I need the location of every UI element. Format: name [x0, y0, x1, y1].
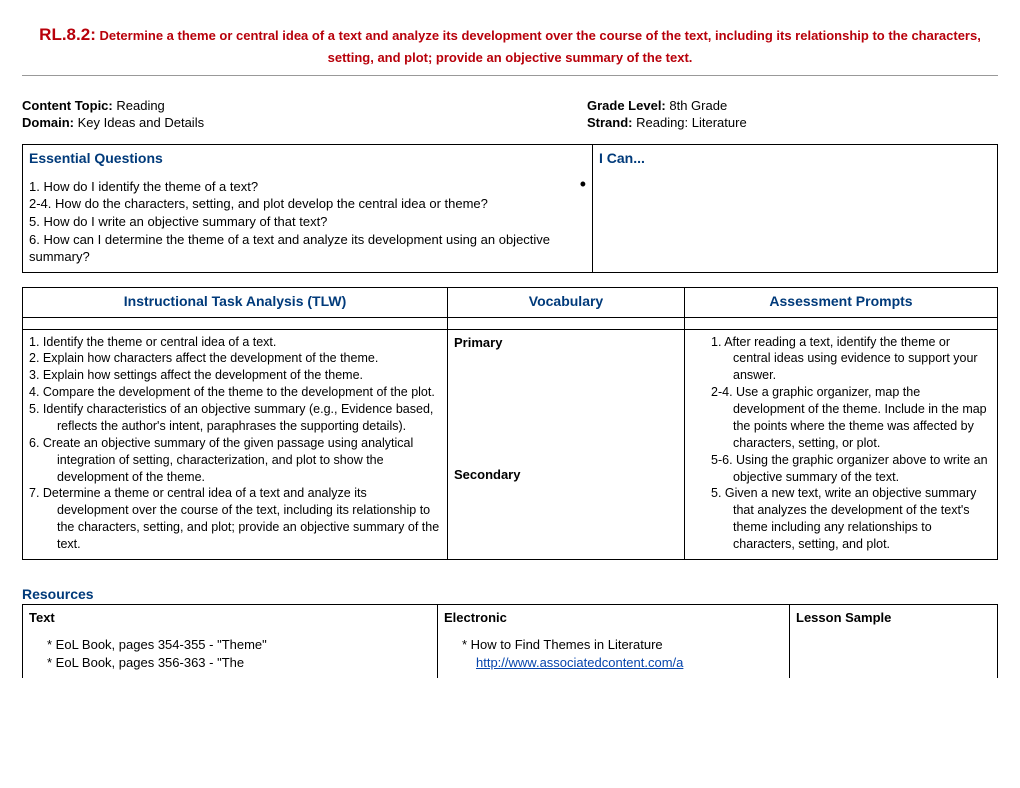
- strand-value: Reading: Literature: [633, 115, 747, 130]
- eq-item-1: •1. How do I identify the theme of a tex…: [29, 178, 586, 196]
- domain-value: Key Ideas and Details: [74, 115, 204, 130]
- analysis-table: Instructional Task Analysis (TLW) Vocabu…: [22, 287, 998, 560]
- assess-cell: 1. After reading a text, identify the th…: [685, 329, 998, 559]
- assess-title: Assessment Prompts: [691, 292, 991, 311]
- ita-item: 3. Explain how settings affect the devel…: [29, 367, 441, 384]
- ita-cell: 1. Identify the theme or central idea of…: [23, 329, 448, 559]
- essential-questions-title: Essential Questions: [29, 149, 586, 168]
- strand-label: Strand:: [587, 115, 633, 130]
- vocab-primary-label: Primary: [454, 334, 678, 352]
- resources-table: Text * EoL Book, pages 354-355 - "Theme"…: [22, 604, 998, 678]
- res-elec-item: * How to Find Themes in Literature: [444, 636, 783, 654]
- assess-item: 2-4. Use a graphic organizer, map the de…: [691, 384, 991, 452]
- standard-code: RL.8.2:: [39, 25, 96, 44]
- res-elec-link[interactable]: http://www.associatedcontent.com/a: [476, 655, 683, 670]
- assess-item: 5. Given a new text, write an objective …: [691, 485, 991, 553]
- grade-level-value: 8th Grade: [666, 98, 727, 113]
- eq-item-5: 5. How do I write an objective summary o…: [29, 213, 586, 231]
- ita-item: 6. Create an objective summary of the gi…: [29, 435, 441, 486]
- ita-item: 7. Determine a theme or central idea of …: [29, 485, 441, 553]
- content-topic-value: Reading: [113, 98, 165, 113]
- i-can-title: I Can...: [599, 149, 991, 168]
- vocab-cell: Primary Secondary: [448, 329, 685, 559]
- assess-item: 5-6. Using the graphic organizer above t…: [691, 452, 991, 486]
- ita-title: Instructional Task Analysis (TLW): [29, 292, 441, 311]
- grade-level-label: Grade Level:: [587, 98, 666, 113]
- res-text-label: Text: [29, 609, 431, 627]
- assess-item: 1. After reading a text, identify the th…: [691, 334, 991, 385]
- res-elec-label: Electronic: [444, 609, 783, 627]
- eq-item-2: 2-4. How do the characters, setting, and…: [29, 195, 586, 213]
- meta-row-2: Domain: Key Ideas and Details Strand: Re…: [22, 115, 998, 130]
- vocab-title: Vocabulary: [454, 292, 678, 311]
- standard-description: Determine a theme or central idea of a t…: [99, 28, 980, 65]
- resources-title: Resources: [22, 586, 998, 602]
- res-lesson-label: Lesson Sample: [796, 609, 991, 627]
- meta-row-1: Content Topic: Reading Grade Level: 8th …: [22, 98, 998, 113]
- standard-header: RL.8.2: Determine a theme or central ide…: [22, 22, 998, 76]
- essential-questions-table: Essential Questions •1. How do I identif…: [22, 144, 998, 273]
- ita-item: 1. Identify the theme or central idea of…: [29, 334, 441, 351]
- domain-label: Domain:: [22, 115, 74, 130]
- res-text-item: * EoL Book, pages 356-363 - "The: [29, 654, 431, 672]
- eq-item-6: 6. How can I determine the theme of a te…: [29, 231, 586, 266]
- ita-item: 5. Identify characteristics of an object…: [29, 401, 441, 435]
- vocab-secondary-label: Secondary: [454, 466, 678, 484]
- ita-item: 2. Explain how characters affect the dev…: [29, 350, 441, 367]
- ita-item: 4. Compare the development of the theme …: [29, 384, 441, 401]
- content-topic-label: Content Topic:: [22, 98, 113, 113]
- res-text-item: * EoL Book, pages 354-355 - "Theme": [29, 636, 431, 654]
